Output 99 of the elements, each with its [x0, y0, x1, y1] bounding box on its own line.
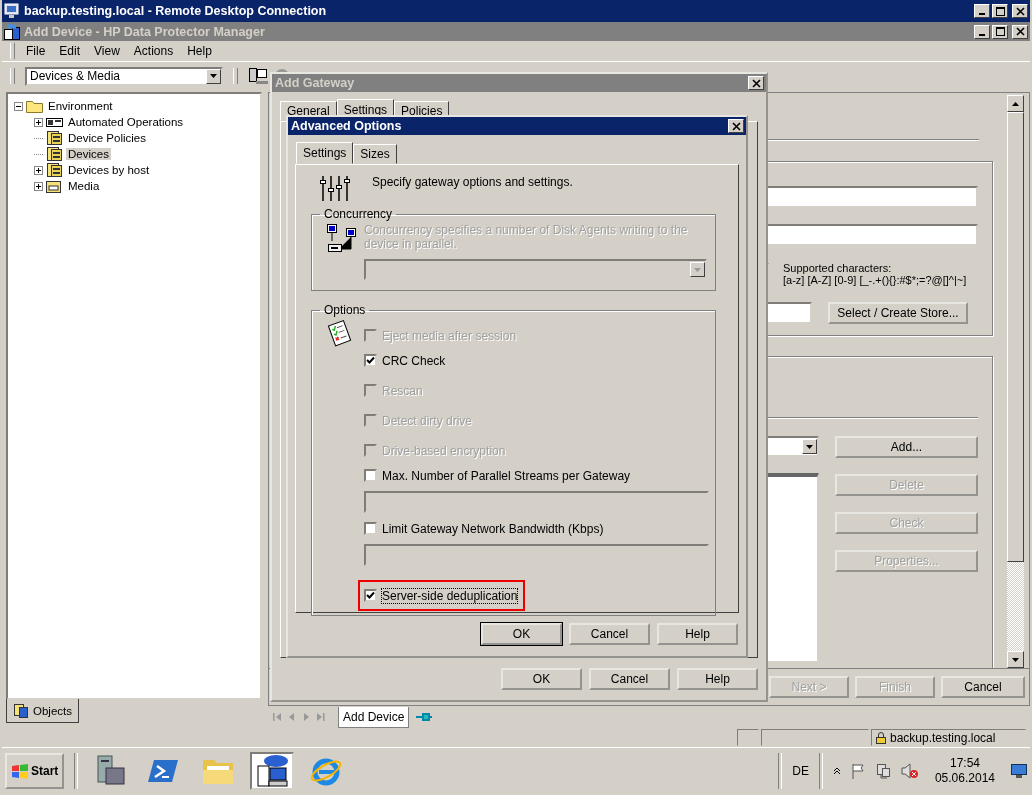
maximize-button[interactable] [992, 4, 1008, 18]
expand-toggle[interactable] [34, 117, 43, 127]
dialog-tab[interactable]: Settings [296, 142, 354, 164]
tree-item[interactable]: Automated Operations [66, 116, 186, 128]
expand-toggle[interactable] [34, 165, 43, 175]
panel-tab[interactable]: Objects [6, 699, 79, 723]
folder-icon [26, 99, 43, 113]
store-button[interactable]: Select / Create Store... [828, 302, 968, 324]
minimize-button[interactable] [974, 4, 990, 18]
lock-icon [875, 731, 887, 744]
intro-text: Specify gateway options and settings. [372, 175, 573, 189]
scroll-up-icon[interactable] [1012, 101, 1019, 106]
checkmark-icon [366, 591, 375, 600]
minimize-icon [979, 13, 985, 15]
minimize-icon [979, 33, 985, 36]
hint-text: [a-z] [A-Z] [0-9] [_-.+(){}:#$*;=?@[]^|~] [783, 274, 967, 286]
chevron-up-icon[interactable] [832, 766, 841, 775]
flag-icon[interactable] [850, 762, 865, 779]
device-icon [46, 162, 63, 178]
caret-icon [694, 267, 701, 272]
dialog-button[interactable]: Help [657, 623, 738, 645]
checkbox[interactable] [364, 354, 377, 367]
maximize-button[interactable] [992, 24, 1008, 39]
media-icon [46, 178, 63, 194]
dialog-tab[interactable]: Sizes [353, 144, 397, 164]
scrollbar[interactable] [1007, 95, 1024, 668]
hint-text: Supported characters: [783, 262, 893, 274]
dialog-title: Advanced Options [291, 119, 403, 133]
computer-icon[interactable] [248, 67, 268, 85]
operations-icon [46, 115, 63, 129]
caret-icon [806, 444, 813, 449]
checkbox[interactable] [364, 522, 377, 535]
option-label[interactable]: Limit Gateway Network Bandwidth (Kbps) [382, 521, 604, 536]
dialog-title: Add Gateway [275, 76, 356, 90]
dialog-button[interactable]: Help [677, 668, 758, 690]
close-icon [1015, 6, 1025, 16]
clock-time: 17:54 [949, 755, 980, 771]
menu-item[interactable]: File [19, 44, 53, 58]
app-icon [4, 23, 20, 40]
checkmark-icon [366, 356, 375, 365]
menu-item[interactable]: Actions [126, 44, 181, 58]
network-computers-icon [326, 223, 358, 255]
computer-icon [254, 753, 291, 788]
menu-item[interactable]: View [87, 44, 127, 58]
option-label[interactable]: Max. Number of Parallel Streams per Gateway [382, 468, 631, 483]
dropdown[interactable] [364, 259, 707, 280]
show-desktop-icon[interactable] [1011, 763, 1027, 778]
sliders-icon [320, 175, 352, 201]
maximize-icon [995, 6, 1005, 16]
close-button[interactable] [1012, 24, 1028, 39]
objects-icon [13, 703, 29, 719]
volume-muted-icon[interactable] [900, 762, 919, 779]
scroll-down-icon[interactable] [1012, 657, 1019, 662]
window-title: Add Device - HP Data Protector Manager [24, 24, 266, 39]
menu-item[interactable]: Edit [52, 44, 88, 58]
language-indicator[interactable]: DE [792, 763, 809, 778]
checkbox[interactable] [364, 589, 377, 602]
host-name: backup.testing.local [890, 730, 996, 745]
taskbar-app[interactable] [250, 751, 295, 790]
close-icon [1015, 27, 1025, 36]
close-button[interactable] [1012, 4, 1028, 18]
collapse-toggle[interactable] [14, 101, 23, 111]
close-icon [751, 78, 761, 88]
remote-desktop-icon [4, 3, 20, 19]
minimize-button[interactable] [974, 24, 990, 39]
context-dropdown[interactable]: Devices & Media [25, 66, 223, 86]
close-button[interactable] [728, 119, 744, 133]
wizard-button[interactable]: Cancel [941, 676, 1025, 698]
status-pane [737, 729, 759, 746]
device-icon [46, 130, 63, 146]
expand-toggle[interactable] [34, 181, 43, 191]
dialog-button[interactable]: Cancel [589, 668, 670, 690]
workspace-tab[interactable]: Add Device [338, 706, 410, 728]
window-title: backup.testing.local - Remote Desktop Connection [24, 4, 328, 18]
device-icon [46, 146, 63, 162]
checkbox[interactable] [364, 469, 377, 482]
maximize-icon [995, 27, 1005, 36]
group-label: Options [323, 303, 367, 317]
tree-item[interactable]: Devices by host [66, 164, 152, 176]
dialog-button[interactable]: OK [501, 668, 582, 690]
tree-item[interactable]: Environment [46, 100, 115, 112]
four-squares-icon [11, 762, 29, 779]
menu-item[interactable]: Help [180, 44, 219, 58]
network-icon[interactable] [874, 762, 891, 779]
dialog-button[interactable]: OK [481, 623, 562, 645]
start-button[interactable]: Start [5, 752, 65, 789]
scroll-thumb[interactable] [1007, 112, 1024, 562]
close-icon [731, 121, 741, 131]
tree-item[interactable]: Media [66, 180, 102, 192]
option-label[interactable]: CRC Check [382, 353, 446, 368]
group-label: Concurrency [323, 207, 394, 221]
dialog-button[interactable]: Cancel [569, 623, 650, 645]
tree-item[interactable]: Devices [66, 148, 111, 160]
pin-icon[interactable] [415, 712, 434, 722]
caret-icon [210, 74, 217, 78]
tree-item[interactable]: Device Policies [66, 132, 148, 144]
option-label[interactable]: Server-side deduplication [382, 588, 518, 603]
clock-date: 05.06.2014 [934, 770, 995, 786]
action-button[interactable]: Add... [835, 436, 978, 458]
